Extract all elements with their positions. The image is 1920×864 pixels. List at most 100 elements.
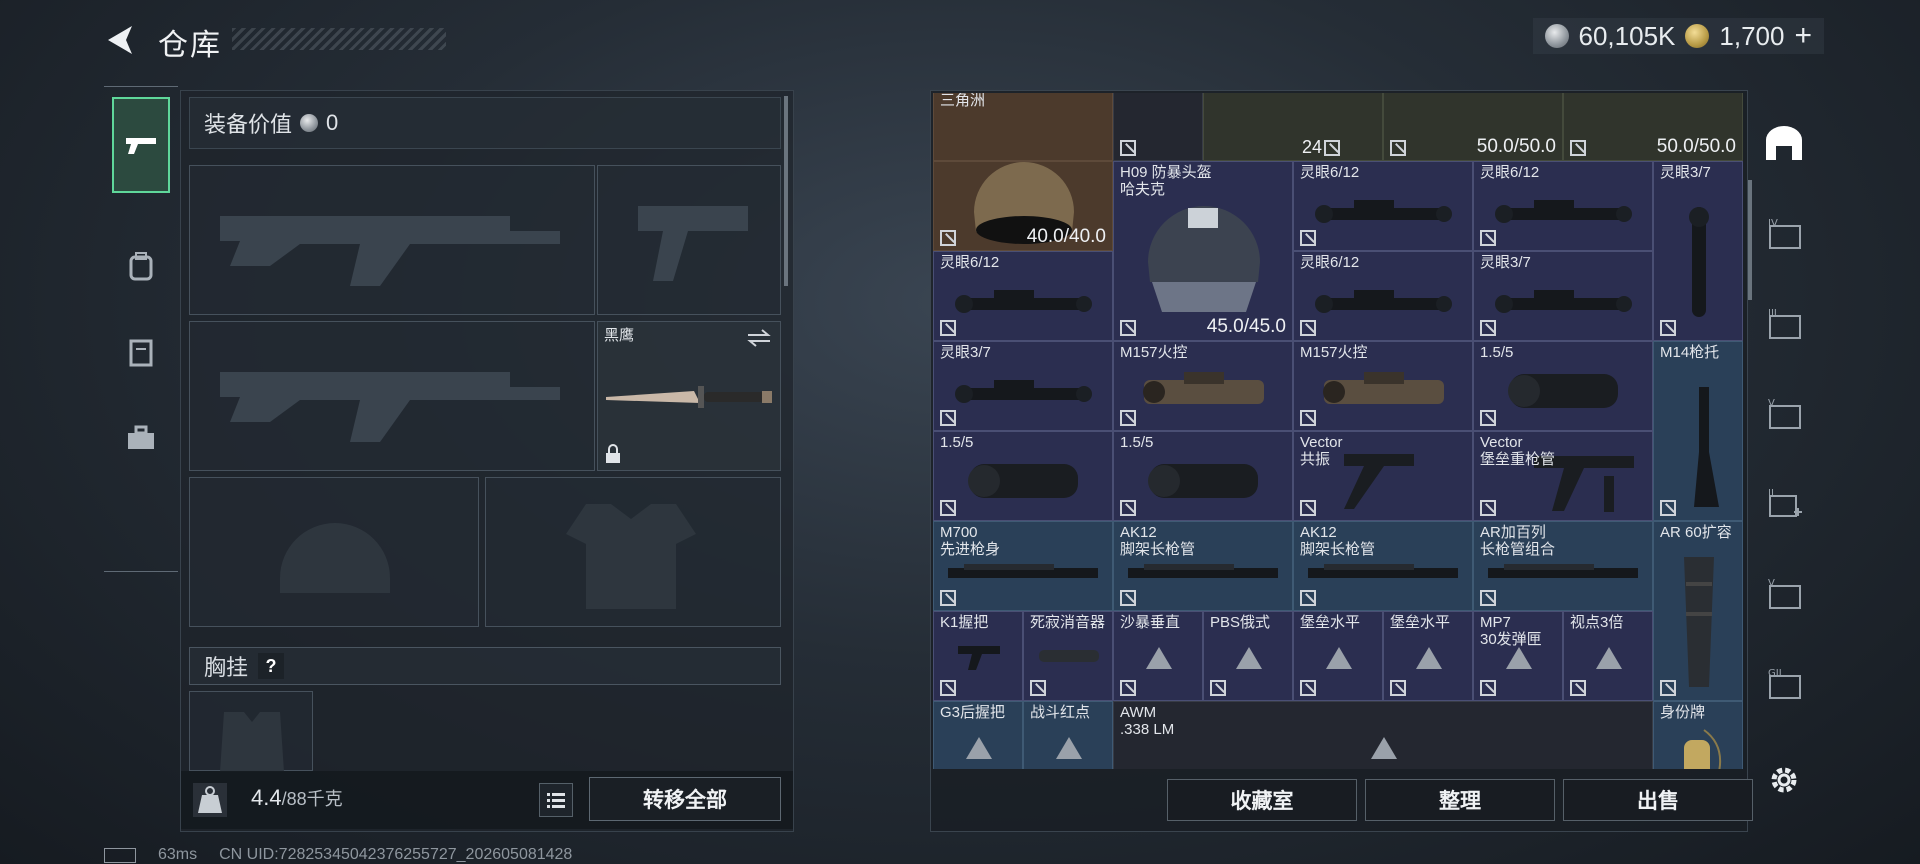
inventory-item[interactable]: 堡垒水平 xyxy=(1293,611,1383,701)
melee-slot[interactable]: 黑鹰 xyxy=(597,321,781,471)
svg-text:III: III xyxy=(1768,308,1777,319)
back-arrow-icon[interactable] xyxy=(102,22,138,58)
item-name: 灵眼3/7 xyxy=(1480,254,1531,271)
inventory-item[interactable]: 灵眼3/7 xyxy=(933,341,1113,431)
item-name: 战斗红点 xyxy=(1030,704,1091,721)
inventory-item[interactable]: 灵眼3/7 xyxy=(1653,161,1743,341)
inventory-item[interactable]: 沙暴垂直 xyxy=(1113,611,1203,701)
inventory-item[interactable]: M700 先进枪身 xyxy=(933,521,1113,611)
inventory-item[interactable]: 灵眼6/12 xyxy=(1293,161,1473,251)
inventory-item[interactable]: 视点3倍 xyxy=(1563,611,1653,701)
inventory-item[interactable]: AK12 脚架长枪管 xyxy=(1293,521,1473,611)
inventory-item[interactable]: 堡垒水平 xyxy=(1383,611,1473,701)
item-name: 堡垒水平 xyxy=(1300,614,1361,631)
battery-icon xyxy=(104,847,136,863)
tab-all[interactable] xyxy=(1756,116,1812,172)
placeholder-triangle-icon xyxy=(1056,737,1082,759)
inventory-item[interactable]: 灵眼6/12 xyxy=(1293,251,1473,341)
top-row-cell[interactable]: 50.0/50.0 xyxy=(1383,93,1563,161)
gold-amount: 1,700 xyxy=(1719,20,1785,51)
slot-icon xyxy=(1120,320,1136,336)
tab-g[interactable]: GII xyxy=(1756,656,1812,712)
inventory-item[interactable]: 灵眼3/7 xyxy=(1473,251,1653,341)
armor-slot[interactable] xyxy=(485,477,781,627)
top-row-cell[interactable]: 24 xyxy=(1203,93,1383,161)
tab-weapons[interactable] xyxy=(112,97,170,193)
toolbox-icon xyxy=(128,425,154,449)
settings-button[interactable] xyxy=(1756,752,1812,808)
inventory-item[interactable]: 身份牌 xyxy=(1653,701,1743,769)
slot-icon xyxy=(1300,230,1316,246)
inventory-item[interactable]: 1.5/5 xyxy=(1113,431,1293,521)
sort-button[interactable]: 整理 xyxy=(1365,779,1555,821)
secondary-weapon-slot[interactable] xyxy=(189,321,595,471)
top-row-cell[interactable]: 50.0/50.0 xyxy=(1563,93,1743,161)
inventory-item[interactable]: AWM .338 LM xyxy=(1113,701,1653,769)
inventory-item[interactable]: H09 防暴头盔 哈夫克 45.0/45.0 xyxy=(1113,161,1293,341)
inventory-item[interactable]: M157火控 xyxy=(1293,341,1473,431)
slot-icon xyxy=(1120,500,1136,516)
inventory-item[interactable]: MP7 30发弹匣 xyxy=(1473,611,1563,701)
transfer-all-button[interactable]: 转移全部 xyxy=(589,777,781,821)
item-name: K1握把 xyxy=(940,614,989,631)
slot-icon xyxy=(1300,680,1316,696)
top-row-cell[interactable]: 三角洲 xyxy=(933,93,1113,161)
inventory-item[interactable]: 1.5/5 xyxy=(933,431,1113,521)
inventory-item[interactable]: AR 60扩容 xyxy=(1653,521,1743,701)
tab-v[interactable]: V xyxy=(1756,386,1812,442)
chest-rig-slot[interactable] xyxy=(189,691,313,772)
inventory-item[interactable]: AK12 脚架长枪管 xyxy=(1113,521,1293,611)
tab-backpack[interactable] xyxy=(112,237,170,295)
inventory-item[interactable]: PBS俄式 xyxy=(1203,611,1293,701)
item-name: G3后握把 xyxy=(940,704,1006,721)
slot-icon xyxy=(1120,680,1136,696)
title-decoration xyxy=(232,28,446,50)
swap-icon[interactable] xyxy=(746,328,772,348)
warehouse-tabs: IV III V II V GII xyxy=(1752,96,1816,796)
pistol-icon xyxy=(126,138,156,154)
placeholder-triangle-icon xyxy=(1416,647,1442,669)
knife-icon xyxy=(606,386,772,408)
inventory-item[interactable]: 灵眼6/12 xyxy=(1473,161,1653,251)
inventory-item[interactable]: 战斗红点 xyxy=(1023,701,1113,769)
item-durability: 50.0/50.0 xyxy=(1656,136,1736,157)
inventory-item[interactable]: AR加百列 长枪管组合 xyxy=(1473,521,1653,611)
inventory-item[interactable]: 40.0/40.0 xyxy=(933,161,1113,251)
inventory-item[interactable]: 1.5/5 xyxy=(1473,341,1653,431)
inventory-item[interactable]: M157火控 xyxy=(1113,341,1293,431)
inventory-item[interactable]: Vector 堡垒重枪管 xyxy=(1473,431,1653,521)
armor-silhouette-icon xyxy=(566,504,696,609)
placeholder-triangle-icon xyxy=(1506,647,1532,669)
item-name: AK12 脚架长枪管 xyxy=(1120,524,1196,558)
inventory-item[interactable]: 死寂消音器 xyxy=(1023,611,1113,701)
warehouse-grid: 三角洲 24 50.0/50.0 50.0/50.0 40.0/40.0 H09 … xyxy=(933,93,1743,769)
top-row-cell[interactable] xyxy=(1113,93,1203,161)
inventory-item[interactable]: G3后握把 xyxy=(933,701,1023,769)
sidearm-slot[interactable] xyxy=(597,165,781,315)
collection-room-button[interactable]: 收藏室 xyxy=(1167,779,1357,821)
item-name: M157火控 xyxy=(1120,344,1188,361)
slot-icon xyxy=(1300,500,1316,516)
helmet-slot[interactable] xyxy=(189,477,479,627)
inventory-item[interactable]: K1握把 xyxy=(933,611,1023,701)
tab-toolbox[interactable] xyxy=(112,409,170,467)
slot-icon xyxy=(1120,140,1136,156)
slot-icon xyxy=(1480,230,1496,246)
inventory-item[interactable]: M14枪托 xyxy=(1653,341,1743,521)
tab-iii[interactable]: III xyxy=(1756,296,1812,352)
tab-iv[interactable]: IV xyxy=(1756,206,1812,262)
inventory-item[interactable]: Vector 共振 xyxy=(1293,431,1473,521)
help-button[interactable]: ? xyxy=(258,653,285,679)
tab-ii[interactable]: II xyxy=(1756,476,1812,532)
primary-weapon-slot[interactable] xyxy=(189,165,595,315)
list-icon[interactable] xyxy=(539,783,573,817)
inventory-item[interactable]: 灵眼6/12 xyxy=(933,251,1113,341)
add-gold-button[interactable]: + xyxy=(1794,19,1812,53)
tab-v2[interactable]: V xyxy=(1756,566,1812,622)
tab-vest[interactable] xyxy=(112,323,170,381)
slot-icon xyxy=(940,680,956,696)
svg-text:II: II xyxy=(1768,488,1774,499)
sell-button[interactable]: 出售 xyxy=(1563,779,1753,821)
weight-icon xyxy=(193,783,227,817)
equipment-scrollbar[interactable] xyxy=(784,96,788,286)
